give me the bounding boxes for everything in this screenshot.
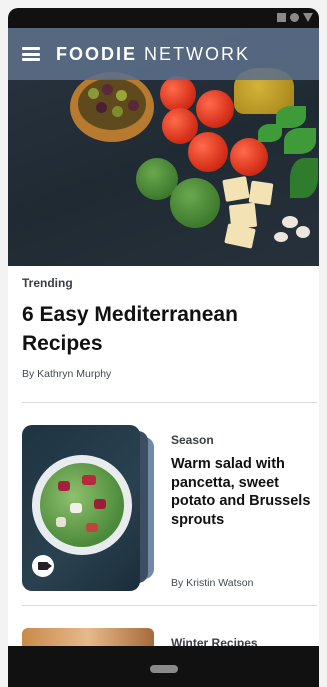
olive — [112, 106, 123, 117]
cheese-bit — [56, 517, 66, 527]
article-card-text[interactable]: Season Warm salad with pancetta, sweet p… — [171, 433, 311, 529]
brand-light-text: NETWORK — [144, 43, 251, 64]
cheese-cube — [248, 180, 274, 206]
salad-image[interactable] — [22, 425, 140, 591]
olive — [102, 84, 113, 95]
pancetta-bit — [82, 475, 96, 485]
phone-screen: FOODIE NETWORK Trending 6 Easy Mediterra… — [8, 8, 319, 687]
garlic-clove — [296, 226, 310, 238]
home-pill-icon[interactable] — [150, 665, 178, 673]
app-brand: FOODIE NETWORK — [56, 44, 250, 65]
basil-leaf — [258, 124, 282, 142]
hamburger-menu-icon[interactable] — [22, 47, 40, 61]
navigation-bar — [8, 646, 319, 687]
pancetta-bit — [94, 499, 106, 509]
olive — [96, 102, 107, 113]
signal-square-icon — [277, 13, 286, 22]
basil-leaf — [284, 128, 316, 154]
status-bar — [8, 8, 319, 28]
trending-headline[interactable]: 6 Easy Mediterranean Recipes — [22, 300, 312, 358]
hero-image[interactable]: FOODIE NETWORK — [8, 28, 319, 266]
broccoli-image — [170, 178, 220, 228]
tomato-image — [160, 76, 196, 112]
card-category: Season — [171, 433, 214, 447]
cheese-bit — [70, 503, 82, 513]
trending-byline: By Kathryn Murphy — [22, 368, 112, 380]
tomato-image — [196, 90, 234, 128]
pancetta-bit — [58, 481, 70, 491]
garlic-clove — [282, 216, 298, 228]
pancetta-bit — [86, 523, 98, 532]
tomato-image — [230, 138, 268, 176]
article-card-image[interactable] — [22, 425, 154, 591]
trending-article[interactable]: Trending 6 Easy Mediterranean Recipes By… — [22, 276, 312, 380]
garlic-clove — [274, 232, 288, 242]
olive — [116, 90, 127, 101]
card-title[interactable]: Warm salad with pancetta, sweet potato a… — [171, 455, 311, 529]
video-icon[interactable] — [32, 555, 54, 577]
card-byline: By Kristin Watson — [171, 577, 254, 589]
trending-label: Trending — [22, 276, 73, 290]
brand-bold-text: FOODIE — [56, 43, 138, 64]
status-icons — [277, 13, 313, 22]
basil-leaf — [290, 158, 318, 198]
olive — [128, 100, 139, 111]
divider — [22, 402, 317, 403]
app-bar: FOODIE NETWORK — [8, 28, 319, 80]
olive — [88, 88, 99, 99]
divider — [22, 605, 317, 606]
cheese-cube — [222, 176, 250, 202]
battery-dot-icon — [290, 13, 299, 22]
wifi-triangle-icon — [303, 13, 313, 22]
tomato-image — [188, 132, 228, 172]
device-frame: FOODIE NETWORK Trending 6 Easy Mediterra… — [0, 0, 327, 687]
